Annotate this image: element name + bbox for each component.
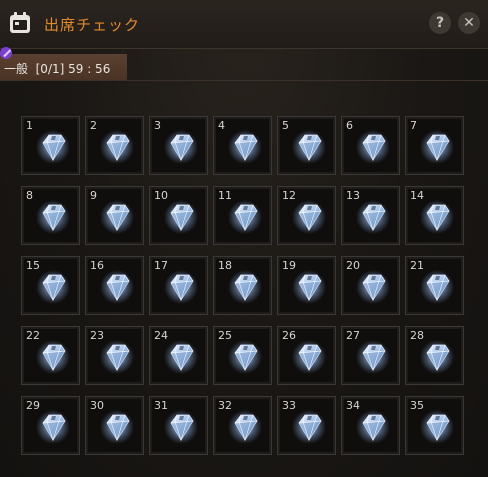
day-number: 1 <box>26 119 33 132</box>
diamond-icon <box>36 340 70 374</box>
diamond-icon <box>292 200 326 234</box>
reward-cell-day-23[interactable]: 23 <box>85 326 144 385</box>
reward-grid: 1 2 3 4 5 6 7 8 9 10 11 12 13 14 15 16 17 18 19 20 21 22 23 24 2… <box>21 116 464 455</box>
diamond-icon <box>228 410 262 444</box>
reward-cell-day-22[interactable]: 22 <box>21 326 80 385</box>
diamond-icon <box>100 270 134 304</box>
reward-cell-day-24[interactable]: 24 <box>149 326 208 385</box>
reward-cell-day-5[interactable]: 5 <box>277 116 336 175</box>
diamond-icon <box>228 130 262 164</box>
diamond-icon <box>292 270 326 304</box>
diamond-icon <box>36 410 70 444</box>
diamond-icon <box>100 130 134 164</box>
day-number: 4 <box>218 119 225 132</box>
reward-cell-day-2[interactable]: 2 <box>85 116 144 175</box>
diamond-icon <box>228 340 262 374</box>
reward-cell-day-10[interactable]: 10 <box>149 186 208 245</box>
diamond-icon <box>420 340 454 374</box>
diamond-icon <box>164 410 198 444</box>
attendance-window: 出席チェック ? ✕ 一般 [0/1] 59 : 56 1 2 3 4 5 6 7 8 9 10 1… <box>0 0 488 477</box>
reward-cell-day-19[interactable]: 19 <box>277 256 336 315</box>
diamond-icon <box>228 200 262 234</box>
diamond-icon <box>36 200 70 234</box>
close-button[interactable]: ✕ <box>458 12 480 34</box>
window-title: 出席チェック <box>44 16 141 34</box>
reward-cell-day-25[interactable]: 25 <box>213 326 272 385</box>
diamond-icon <box>36 270 70 304</box>
reward-cell-day-26[interactable]: 26 <box>277 326 336 385</box>
diamond-icon <box>100 410 134 444</box>
day-number: 7 <box>410 119 417 132</box>
diamond-icon <box>164 270 198 304</box>
reward-cell-day-4[interactable]: 4 <box>213 116 272 175</box>
day-number: 6 <box>346 119 353 132</box>
diamond-icon <box>356 340 390 374</box>
tab-divider <box>0 80 488 81</box>
reward-cell-day-30[interactable]: 30 <box>85 396 144 455</box>
reward-cell-day-32[interactable]: 32 <box>213 396 272 455</box>
day-number: 9 <box>90 189 97 202</box>
diamond-icon <box>100 200 134 234</box>
reward-cell-day-20[interactable]: 20 <box>341 256 400 315</box>
feather-icon <box>0 47 12 59</box>
diamond-icon <box>292 130 326 164</box>
help-button[interactable]: ? <box>429 12 451 34</box>
reward-cell-day-17[interactable]: 17 <box>149 256 208 315</box>
diamond-icon <box>420 410 454 444</box>
diamond-icon <box>356 130 390 164</box>
title-bar: 出席チェック ? ✕ <box>0 0 488 49</box>
day-number: 8 <box>26 189 33 202</box>
reward-cell-day-27[interactable]: 27 <box>341 326 400 385</box>
diamond-icon <box>356 410 390 444</box>
reward-cell-day-7[interactable]: 7 <box>405 116 464 175</box>
reward-cell-day-29[interactable]: 29 <box>21 396 80 455</box>
reward-cell-day-21[interactable]: 21 <box>405 256 464 315</box>
reward-cell-day-12[interactable]: 12 <box>277 186 336 245</box>
diamond-icon <box>164 200 198 234</box>
diamond-icon <box>420 270 454 304</box>
diamond-icon <box>420 200 454 234</box>
reward-cell-day-18[interactable]: 18 <box>213 256 272 315</box>
reward-cell-day-35[interactable]: 35 <box>405 396 464 455</box>
reward-cell-day-33[interactable]: 33 <box>277 396 336 455</box>
reward-cell-day-11[interactable]: 11 <box>213 186 272 245</box>
day-number: 3 <box>154 119 161 132</box>
diamond-icon <box>164 340 198 374</box>
calendar-icon <box>10 12 30 33</box>
reward-cell-day-9[interactable]: 9 <box>85 186 144 245</box>
diamond-icon <box>164 130 198 164</box>
reward-cell-day-13[interactable]: 13 <box>341 186 400 245</box>
reward-cell-day-16[interactable]: 16 <box>85 256 144 315</box>
tab-label: 一般 [0/1] 59 : 56 <box>4 62 111 76</box>
day-number: 2 <box>90 119 97 132</box>
diamond-icon <box>36 130 70 164</box>
diamond-icon <box>292 410 326 444</box>
reward-cell-day-28[interactable]: 28 <box>405 326 464 385</box>
diamond-icon <box>356 200 390 234</box>
diamond-icon <box>292 340 326 374</box>
reward-cell-day-1[interactable]: 1 <box>21 116 80 175</box>
diamond-icon <box>356 270 390 304</box>
reward-cell-day-3[interactable]: 3 <box>149 116 208 175</box>
diamond-icon <box>100 340 134 374</box>
diamond-icon <box>420 130 454 164</box>
reward-cell-day-31[interactable]: 31 <box>149 396 208 455</box>
reward-cell-day-14[interactable]: 14 <box>405 186 464 245</box>
reward-cell-day-15[interactable]: 15 <box>21 256 80 315</box>
reward-cell-day-34[interactable]: 34 <box>341 396 400 455</box>
reward-cell-day-6[interactable]: 6 <box>341 116 400 175</box>
reward-cell-day-8[interactable]: 8 <box>21 186 80 245</box>
diamond-icon <box>228 270 262 304</box>
day-number: 5 <box>282 119 289 132</box>
